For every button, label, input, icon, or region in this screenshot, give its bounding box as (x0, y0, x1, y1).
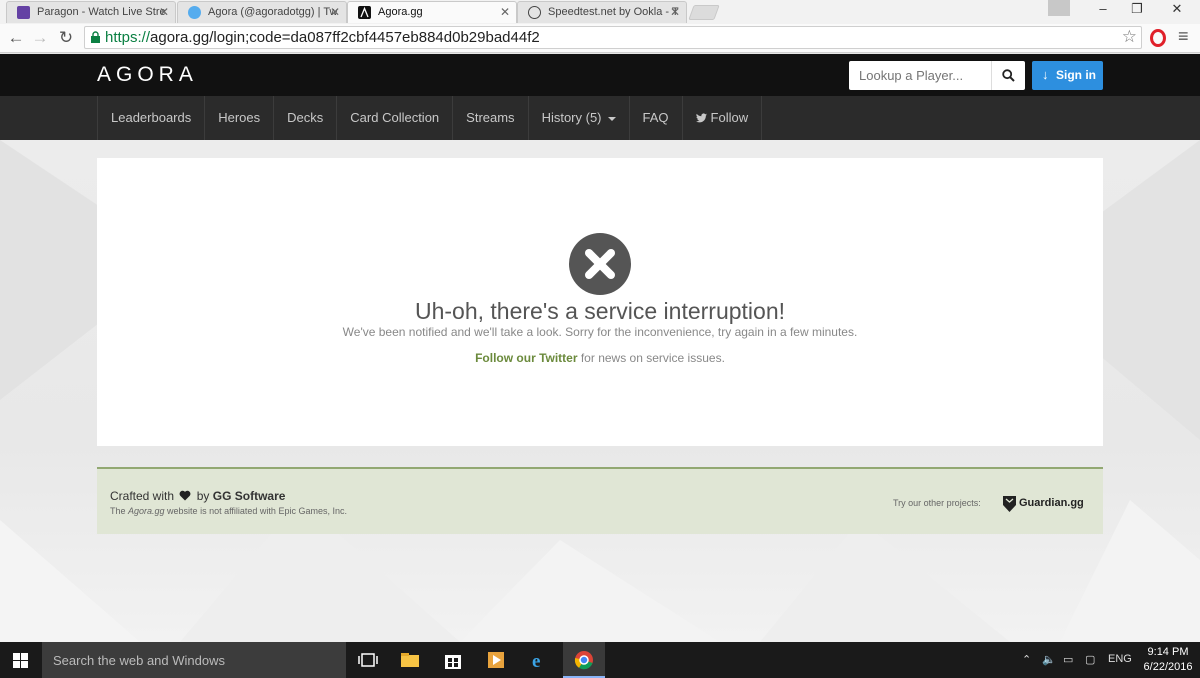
clock-date: 6/22/2016 (1143, 661, 1193, 673)
url-scheme: https:// (105, 29, 151, 46)
error-card: Uh-oh, there's a service interruption! W… (97, 158, 1103, 446)
crafted-by: by (196, 489, 210, 503)
crafted-line: Crafted with by GG Software (110, 489, 285, 503)
arrow-down-icon: ↓ (1042, 67, 1049, 82)
tab-paragon[interactable]: Paragon - Watch Live Stre ✕ (6, 1, 176, 23)
nav-faq[interactable]: FAQ (630, 96, 683, 140)
other-projects-label: Try our other projects: (893, 498, 981, 508)
disclaimer-suffix: website is not affiliated with Epic Game… (164, 506, 347, 516)
error-x-icon (569, 233, 631, 295)
bookmark-star-icon[interactable]: ☆ (1122, 27, 1137, 47)
tab-title: Speedtest.net by Ookla - T (548, 6, 679, 18)
url-path: agora.gg/login;code=da087ff2cbf4457eb884… (150, 29, 540, 46)
guardian-link[interactable]: Guardian.gg (1019, 497, 1084, 509)
store-icon[interactable] (443, 650, 463, 670)
restore-button[interactable]: ❐ (1122, 1, 1152, 17)
media-player-icon[interactable] (486, 650, 506, 670)
network-icon[interactable]: ▭ (1063, 653, 1073, 666)
nav-heroes[interactable]: Heroes (205, 96, 275, 140)
address-toolbar: ← → ↻ https://agora.gg/login;code=da087f… (0, 24, 1200, 53)
tab-close-icon[interactable]: ✕ (670, 5, 680, 19)
tab-title: Paragon - Watch Live Stre (37, 6, 166, 18)
player-search-input[interactable] (849, 61, 991, 90)
sign-in-button[interactable]: ↓ Sign in (1032, 61, 1103, 90)
speedometer-icon (528, 6, 541, 19)
search-button[interactable] (991, 61, 1025, 90)
forward-arrow-icon[interactable]: → (30, 28, 50, 48)
chrome-taskbar-button[interactable] (563, 642, 605, 678)
user-profile-icon[interactable] (1048, 0, 1070, 16)
notifications-icon[interactable]: ▢ (1085, 653, 1095, 666)
tab-close-icon[interactable]: ✕ (159, 5, 169, 19)
clock-time: 9:14 PM (1147, 646, 1189, 658)
close-window-button[interactable]: ✕ (1162, 1, 1192, 17)
twitch-icon (17, 6, 30, 19)
back-arrow-icon[interactable]: ← (6, 28, 26, 48)
nav-streams[interactable]: Streams (453, 96, 529, 140)
nav-card-collection[interactable]: Card Collection (337, 96, 454, 140)
tray-up-arrow-icon[interactable]: ⌃ (1022, 653, 1031, 666)
nav-follow[interactable]: Follow (683, 96, 763, 140)
twitter-notice-suffix: for news on service issues. (577, 351, 725, 365)
site-footer: Crafted with by GG Software The Agora.gg… (97, 467, 1103, 534)
agora-logo[interactable]: AGORA (97, 63, 198, 87)
disclaimer: The Agora.gg website is not affiliated w… (110, 506, 347, 516)
nav-history-label: History (5) (541, 110, 602, 125)
tab-agora-twitter[interactable]: Agora (@agoradotgg) | Tw ✕ (177, 1, 347, 23)
heart-icon (179, 490, 191, 501)
agora-icon (358, 6, 371, 19)
url-field[interactable]: https://agora.gg/login;code=da087ff2cbf4… (84, 26, 1142, 49)
file-explorer-icon[interactable] (400, 650, 420, 670)
follow-twitter-link[interactable]: Follow our Twitter (475, 351, 577, 365)
task-view-icon[interactable] (358, 650, 378, 670)
internet-explorer-icon[interactable]: e (530, 650, 550, 670)
taskbar-clock[interactable]: 9:14 PM 6/22/2016 (1140, 645, 1196, 675)
lock-icon (91, 31, 100, 43)
browser-tab-bar: Paragon - Watch Live Stre ✕ Agora (@agor… (0, 0, 1200, 24)
nav-history-dropdown[interactable]: History (5) (529, 96, 630, 140)
tab-close-icon[interactable]: ✕ (500, 5, 510, 19)
chrome-icon (574, 651, 593, 670)
volume-icon[interactable]: 🔈 (1042, 653, 1056, 666)
site-header: AGORA ↓ Sign in (0, 54, 1200, 96)
tab-title: Agora.gg (378, 6, 423, 18)
tab-title: Agora (@agoradotgg) | Tw (208, 6, 338, 18)
opera-extension-icon[interactable] (1150, 29, 1166, 47)
search-icon (1002, 69, 1015, 82)
error-title: Uh-oh, there's a service interruption! (414, 298, 785, 324)
twitter-icon (695, 113, 707, 123)
svg-text:e: e (532, 651, 540, 670)
nav-decks[interactable]: Decks (274, 96, 338, 140)
nav-leaderboards[interactable]: Leaderboards (98, 96, 206, 140)
twitter-icon (188, 6, 201, 19)
tab-speedtest[interactable]: Speedtest.net by Ookla - T ✕ (517, 1, 687, 23)
guardian-shield-icon[interactable] (1003, 496, 1016, 512)
language-indicator[interactable]: ENG (1108, 653, 1132, 665)
sign-in-label: Sign in (1056, 68, 1096, 82)
windows-start-icon[interactable] (13, 653, 28, 668)
minimize-button[interactable]: – (1088, 1, 1118, 16)
disclaimer-prefix: The (110, 506, 129, 516)
nav-follow-label: Follow (710, 110, 749, 125)
taskbar-search-box[interactable]: Search the web and Windows (42, 642, 346, 678)
windows-taskbar: Search the web and Windows e ⌃ 🔈 ▭ ▢ ENG… (0, 642, 1200, 678)
menu-icon[interactable]: ≡ (1178, 26, 1189, 47)
error-subtitle: We've been notified and we'll take a loo… (342, 325, 858, 339)
crafted-prefix: Crafted with (110, 489, 175, 503)
new-tab-button[interactable] (688, 5, 720, 20)
company-link[interactable]: GG Software (213, 489, 286, 503)
reload-icon[interactable]: ↻ (56, 28, 76, 48)
disclaimer-site: Agora.gg (128, 506, 165, 516)
tab-agora[interactable]: Agora.gg ✕ (347, 1, 517, 23)
tab-close-icon[interactable]: ✕ (330, 5, 340, 19)
caret-down-icon (607, 116, 616, 121)
twitter-notice: Follow our Twitter for news on service i… (97, 351, 1103, 365)
site-nav: Leaderboards Heroes Decks Card Collectio… (0, 96, 1200, 140)
